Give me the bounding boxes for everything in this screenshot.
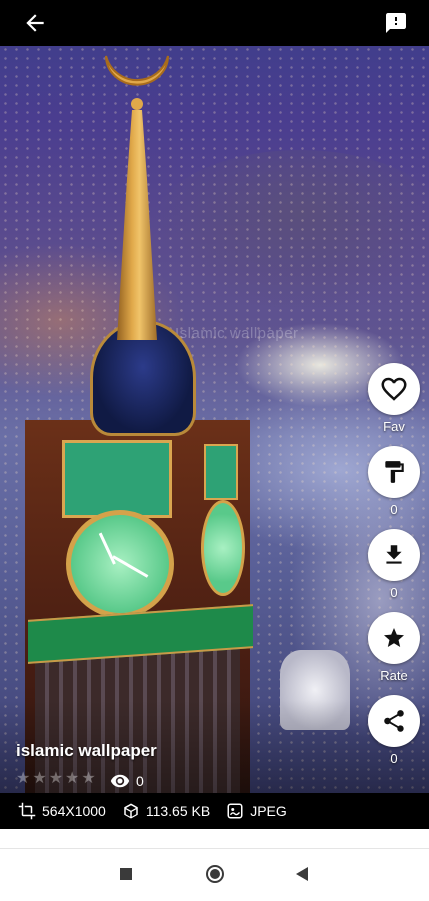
share-count: 0: [390, 751, 398, 766]
clock-face-side: [201, 500, 245, 596]
crescent-icon: [105, 55, 169, 110]
clock-face: [66, 510, 174, 618]
clock-tower-green-panel-side: [204, 444, 238, 500]
rate-label: Rate: [380, 668, 408, 683]
arrow-left-icon[interactable]: [22, 10, 48, 36]
view-count-value: 0: [136, 773, 144, 789]
top-bar: [0, 0, 429, 46]
format-info: JPEG: [226, 802, 287, 820]
wallpaper-title: islamic wallpaper: [16, 741, 157, 760]
cube-icon: [124, 803, 138, 819]
content-gap: [0, 829, 429, 848]
info-bar: 564X1000 113.65 KB JPEG: [0, 793, 429, 829]
download-button[interactable]: [368, 529, 420, 581]
rating-stars: ★ ★ ★ ★ ★: [16, 771, 96, 787]
share-icon: [384, 710, 404, 732]
image-icon: [227, 803, 243, 819]
format-value: JPEG: [250, 803, 287, 819]
view-count: 0: [110, 771, 144, 791]
rating-star-icon: ★: [48, 770, 64, 787]
set-count: 0: [390, 502, 398, 517]
star-icon: [384, 628, 404, 647]
download-icon: [386, 545, 402, 564]
size-info: 113.65 KB: [122, 802, 210, 820]
crop-icon: [18, 802, 36, 820]
eye-icon: [110, 774, 130, 788]
rating-star-icon: ★: [16, 770, 31, 787]
fav-label: Fav: [383, 419, 405, 434]
fav-button[interactable]: [368, 363, 420, 415]
resolution-value: 564X1000: [42, 803, 106, 819]
nav-back-icon[interactable]: [296, 867, 308, 881]
share-button[interactable]: [368, 695, 420, 747]
paint-roller-icon: [385, 461, 404, 483]
system-nav-bar: [0, 848, 429, 901]
download-count: 0: [390, 585, 398, 600]
wallpaper-image[interactable]: Islamic wallpaper: [0, 0, 429, 793]
clock-tower-green-panel: [62, 440, 172, 518]
rating-star-icon: ★: [81, 770, 96, 787]
report-icon[interactable]: [384, 11, 408, 35]
rate-button[interactable]: [368, 612, 420, 664]
heart-icon: [381, 377, 407, 401]
resolution-info: 564X1000: [18, 802, 106, 820]
wallpaper-watermark: Islamic wallpaper: [175, 325, 299, 342]
rating-star-icon: ★: [65, 770, 80, 787]
rating-star-icon: ★: [32, 770, 47, 787]
set-wallpaper-button[interactable]: [368, 446, 420, 498]
recents-icon[interactable]: [120, 868, 132, 880]
size-value: 113.65 KB: [145, 803, 211, 819]
home-icon[interactable]: [205, 864, 225, 884]
